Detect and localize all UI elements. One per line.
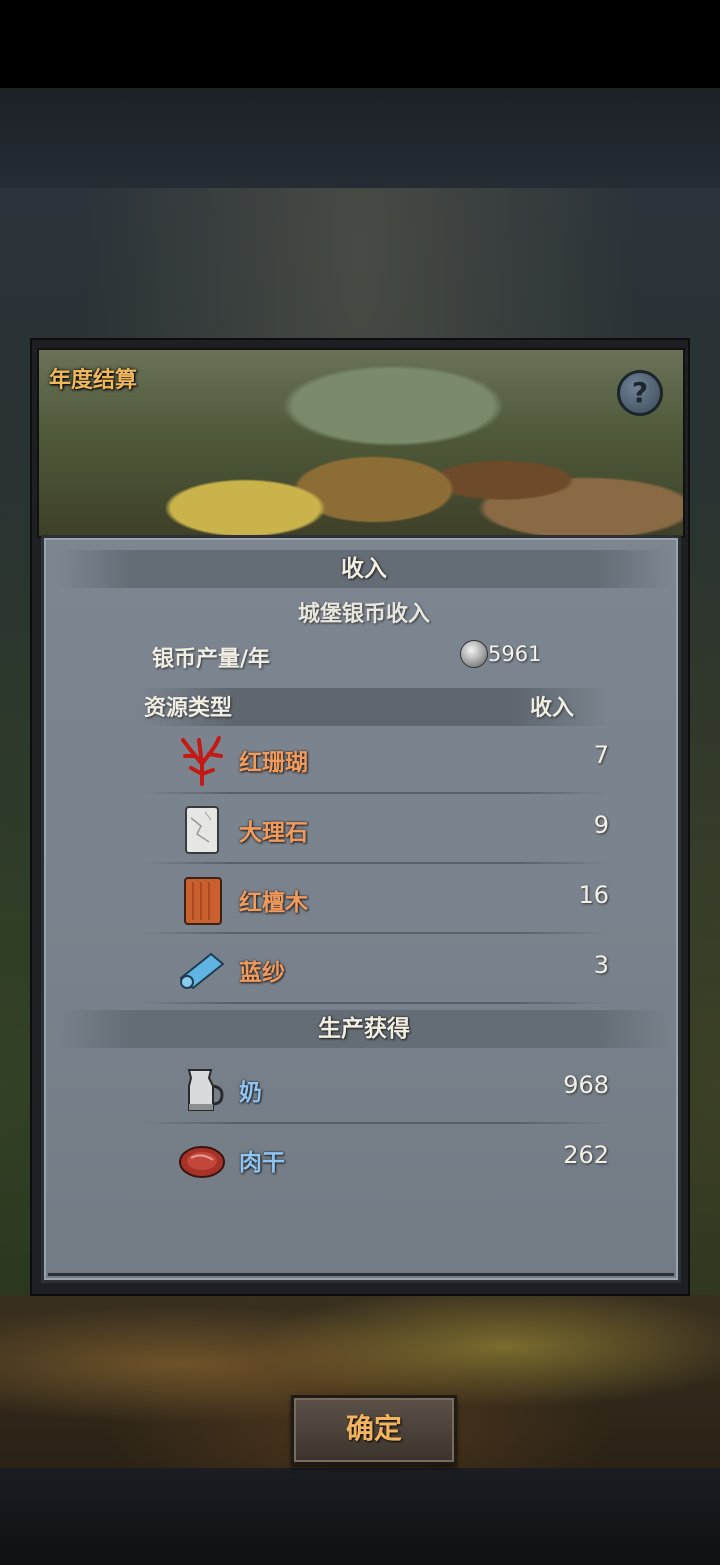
income-header: 收入 [59, 550, 669, 588]
product-name: 肉干 [239, 1150, 285, 1176]
resource-row: 蓝纱 3 [139, 934, 609, 1004]
dialog-title: 年度结算 [49, 368, 138, 393]
red-coral-icon [181, 736, 223, 786]
milk-jug-icon [187, 1069, 224, 1111]
silver-output-value: 5961 [488, 642, 542, 666]
production-row: 奶 968 [139, 1054, 609, 1124]
resource-row: 红珊瑚 7 [139, 724, 609, 794]
harvest-banner-artwork: 年度结算 ? [37, 348, 685, 538]
red-sandalwood-icon [184, 877, 222, 925]
castle-silver-subtitle: 城堡银币收入 [297, 602, 430, 627]
resource-row: 红檀木 16 [139, 864, 609, 934]
resource-value: 3 [593, 951, 609, 979]
help-button[interactable]: ? [617, 370, 663, 416]
resource-name: 大理石 [239, 820, 308, 846]
annual-settlement-dialog: 年度结算 ? 收入 城堡银币收入 银币产量/年 5961 资源类型 收入 红珊瑚… [30, 338, 690, 1465]
resource-value: 9 [593, 811, 609, 839]
bottom-dark-bar [0, 1468, 720, 1565]
product-value: 968 [563, 1071, 609, 1099]
confirm-button[interactable]: 确定 [291, 1395, 457, 1465]
col-income: 收入 [530, 696, 575, 721]
product-value: 262 [563, 1141, 609, 1169]
col-resource-type: 资源类型 [144, 696, 233, 721]
background-band [0, 88, 720, 188]
jerky-icon [179, 1146, 225, 1178]
resource-name: 蓝纱 [239, 960, 285, 986]
resource-value: 16 [578, 881, 609, 909]
settlement-content: 收入 城堡银币收入 银币产量/年 5961 资源类型 收入 红珊瑚 7 大理石 … [41, 535, 681, 1465]
production-row: 肉干 262 [139, 1124, 609, 1194]
resource-row: 大理石 9 [139, 794, 609, 864]
production-header: 生产获得 [59, 1010, 669, 1048]
resource-value: 7 [593, 741, 609, 769]
blue-gauze-icon [179, 952, 225, 990]
silver-coin-icon [460, 640, 488, 668]
top-black-bar [0, 0, 720, 88]
resource-name: 红珊瑚 [239, 750, 308, 776]
row-divider [139, 1002, 609, 1004]
content-bottom-border [48, 1273, 674, 1276]
marble-icon [185, 806, 219, 854]
silver-output-label: 银币产量/年 [152, 647, 271, 672]
product-name: 奶 [239, 1080, 262, 1106]
resource-name: 红檀木 [239, 890, 308, 916]
